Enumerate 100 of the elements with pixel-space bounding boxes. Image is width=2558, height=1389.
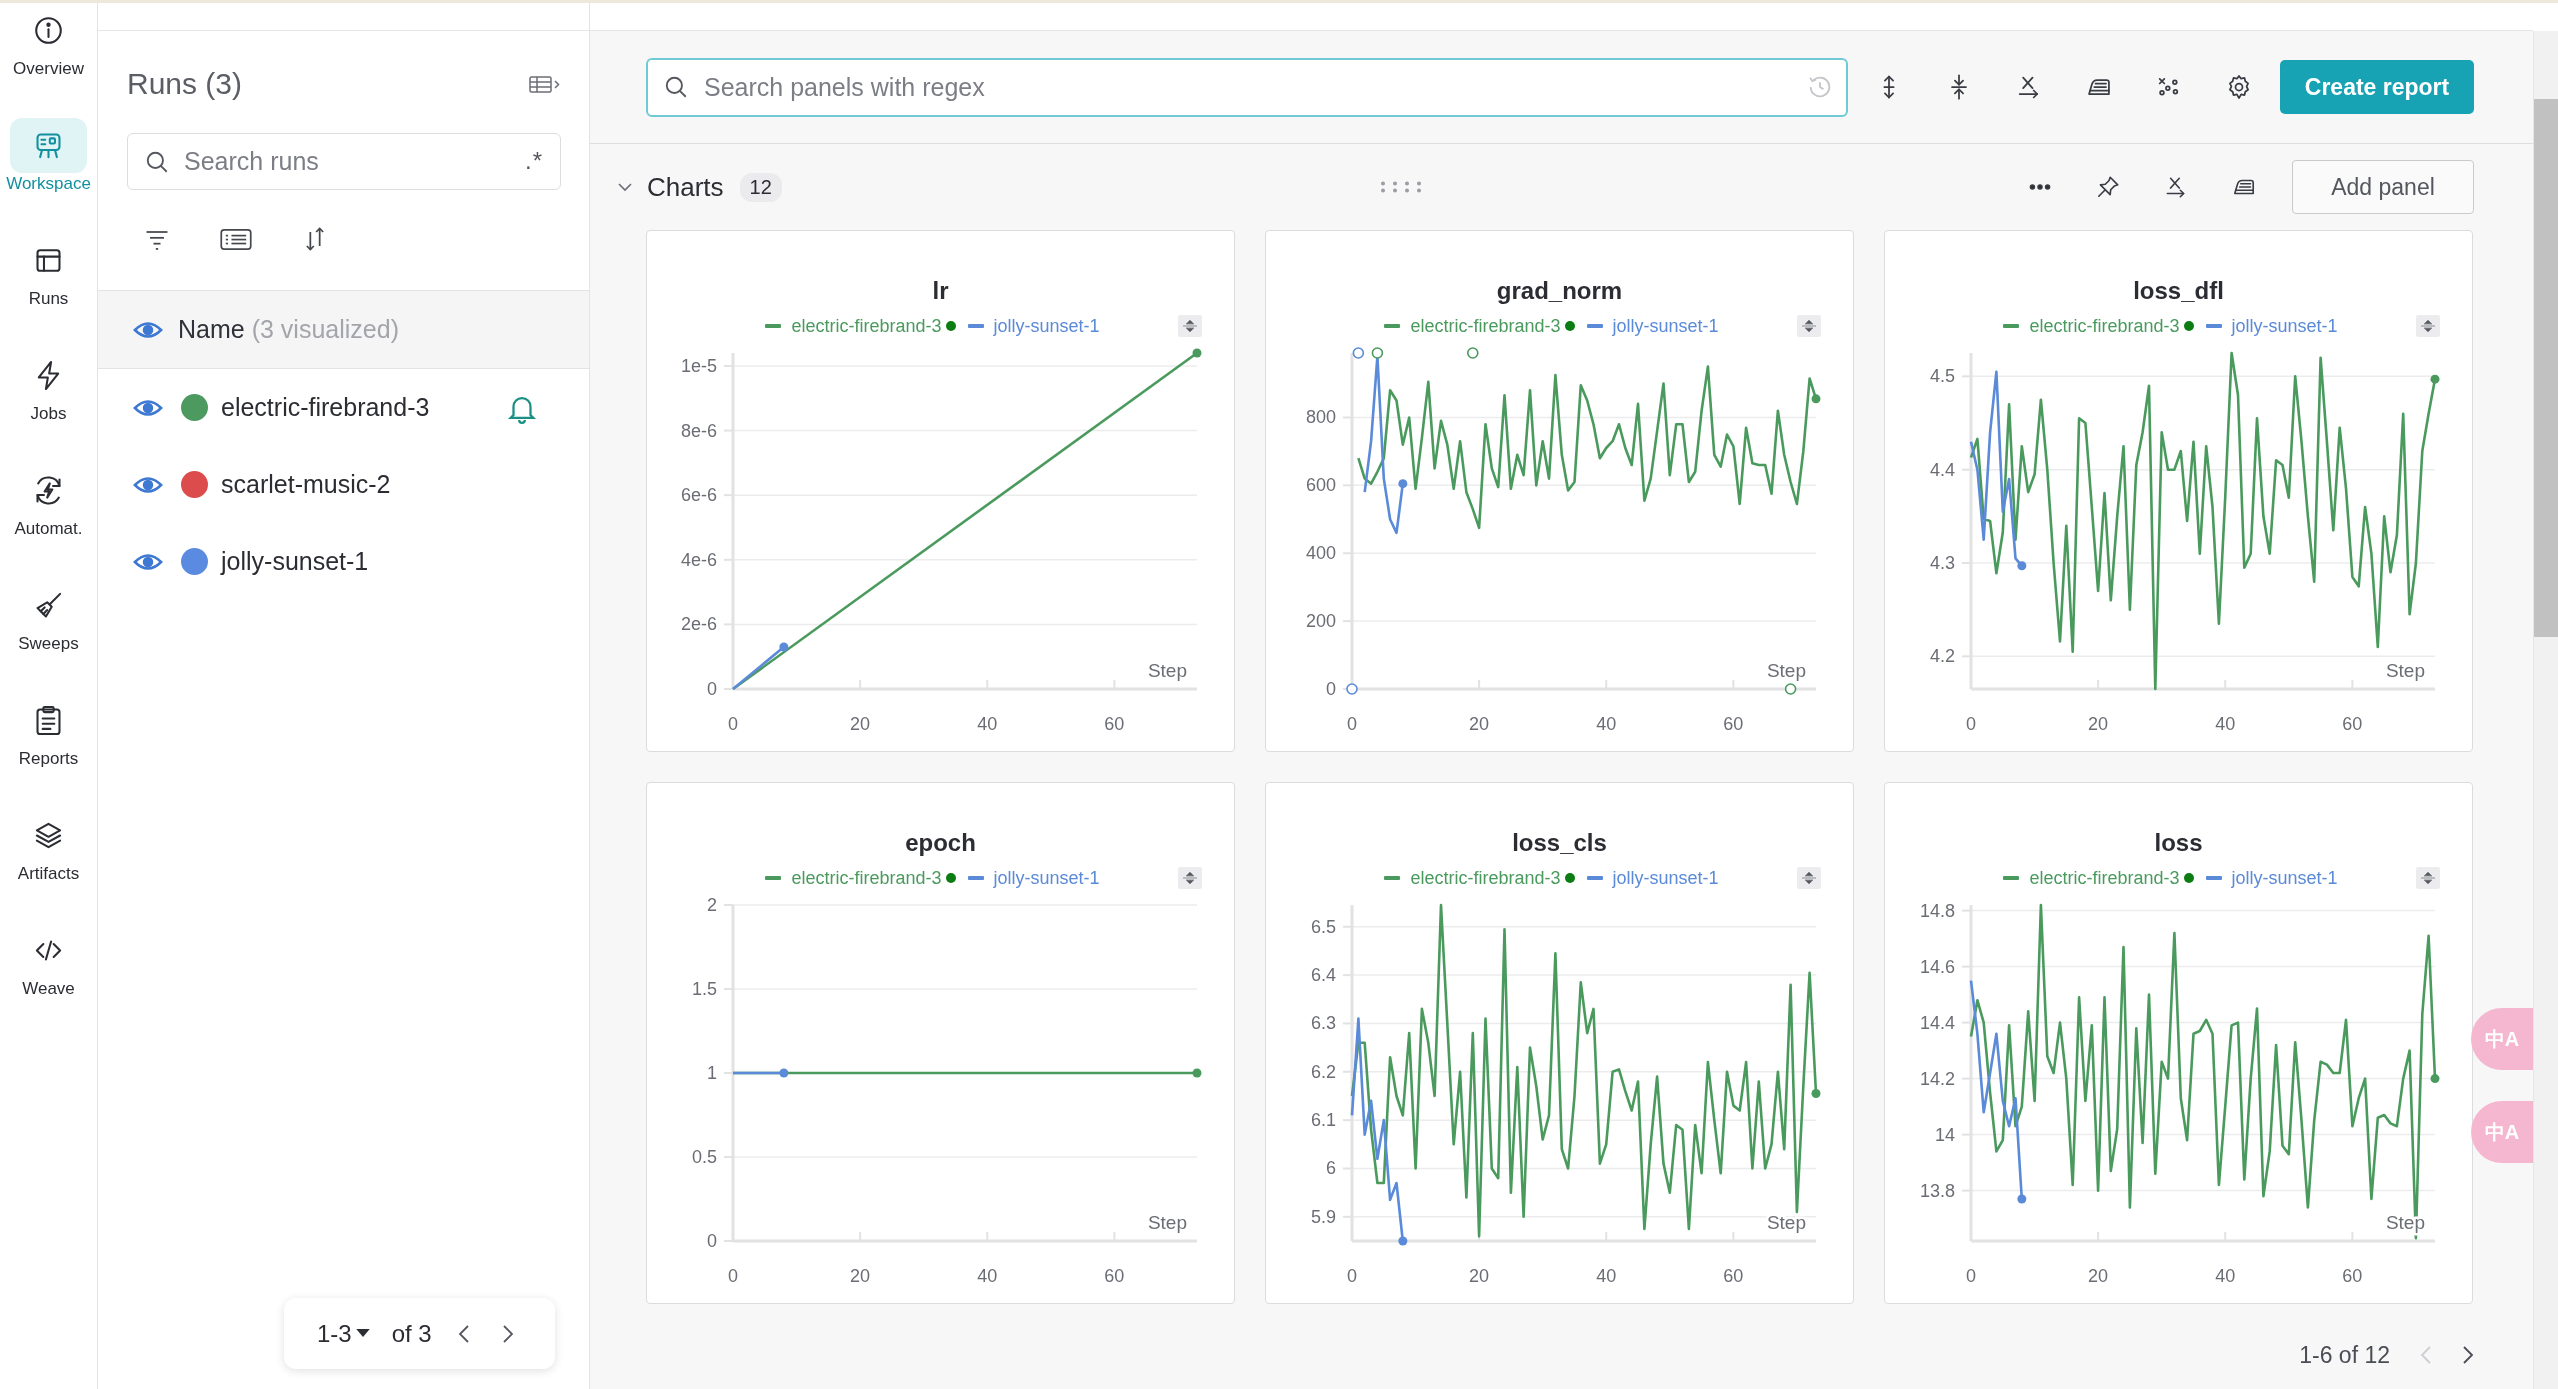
- chart-title: epoch: [905, 829, 976, 857]
- page-total: of 3: [391, 1319, 432, 1348]
- axis-tick-label: 1e-5: [680, 355, 717, 376]
- axis-tick-label: 60: [1723, 1266, 1744, 1286]
- axis-tick-label: 800: [1305, 407, 1336, 428]
- axis-tick-label: 6.5: [1310, 916, 1336, 937]
- axis-title: Step: [1766, 1212, 1806, 1233]
- legend-label: electric-firebrand-3: [791, 867, 942, 889]
- axis-tick-label: 600: [1305, 475, 1336, 496]
- nav-item[interactable]: Overview: [10, 3, 87, 80]
- axis-tick-label: 200: [1305, 611, 1336, 632]
- axis-tick-label: 0: [728, 1266, 738, 1286]
- chevron-left-icon: [2420, 1345, 2432, 1365]
- axis-title: Step: [1147, 660, 1187, 681]
- axis-tick-label: 20: [1469, 714, 1490, 734]
- axis-tick-label: 2: [707, 895, 717, 915]
- axis-tick-label: 0: [728, 714, 738, 734]
- legend-label: jolly-sunset-1: [2231, 867, 2338, 889]
- axis-tick-label: 0: [1966, 1266, 1976, 1286]
- nav-item[interactable]: Weave: [10, 923, 87, 1000]
- last-point-marker: [2017, 561, 2027, 571]
- axis-tick-label: 20: [850, 1266, 871, 1286]
- axis-tick-label: 14.6: [1919, 956, 1955, 977]
- axis-tick-label: 40: [977, 714, 998, 734]
- axis-tick-label: 60: [1104, 1266, 1125, 1286]
- regex-toggle[interactable]: .*: [525, 147, 543, 175]
- run-name[interactable]: scarlet-music-2: [221, 470, 391, 499]
- axis-tick-label: 8e-6: [680, 420, 717, 441]
- axis-tick-label: 60: [1723, 714, 1744, 734]
- clipboard-icon: [33, 705, 64, 736]
- chart-title: loss_cls: [1512, 829, 1607, 857]
- legend-sort-button[interactable]: [2416, 315, 2440, 337]
- last-point-marker: [1192, 348, 1202, 358]
- caret-down-icon: [355, 1329, 370, 1338]
- axis-tick-label: 60: [1104, 714, 1125, 734]
- search-field[interactable]: Search panels with regex: [646, 57, 1848, 117]
- up-down-arrows-icon: [2420, 870, 2436, 886]
- axis-tick-label: 0: [1326, 679, 1336, 699]
- axis-tick-label: 40: [1596, 714, 1617, 734]
- info-icon: [33, 15, 64, 46]
- axis-tick-label: 400: [1305, 543, 1336, 564]
- nav-item[interactable]: Artifacts: [10, 808, 87, 885]
- nav-item[interactable]: Reports: [10, 693, 87, 770]
- chart-title: loss_dfl: [2133, 277, 2224, 305]
- add-panel-button[interactable]: Add panel: [2292, 160, 2474, 214]
- legend-sort-button[interactable]: [1797, 867, 1821, 889]
- axis-tick-label: 1: [707, 1063, 717, 1083]
- legend-sort-button[interactable]: [1797, 315, 1821, 337]
- chart-title: grad_norm: [1496, 277, 1623, 305]
- panel-title: Runs (3): [127, 67, 243, 101]
- legend-sort-button[interactable]: [1178, 315, 1202, 337]
- axis-tick-label: 20: [2088, 1266, 2109, 1286]
- layers-icon: [33, 820, 64, 851]
- column-header[interactable]: Name: [178, 315, 245, 344]
- axis-tick-label: 5.9: [1310, 1206, 1336, 1227]
- nav-item[interactable]: Jobs: [10, 348, 87, 425]
- last-point-marker: [1398, 479, 1408, 489]
- axis-tick-label: 40: [1596, 1266, 1617, 1286]
- axis-title: Step: [2385, 660, 2425, 681]
- up-down-arrows-icon: [2420, 318, 2436, 334]
- axis-tick-label: 0: [1347, 714, 1357, 734]
- nav-item[interactable]: Runs: [10, 233, 87, 310]
- axis-tick-label: 13.8: [1919, 1180, 1955, 1201]
- page-size-dropdown[interactable]: 1-3: [317, 1319, 370, 1348]
- next-page-button[interactable]: [2462, 1345, 2474, 1365]
- axis-tick-label: 14.4: [1919, 1012, 1955, 1033]
- legend-label: jolly-sunset-1: [1612, 315, 1719, 337]
- chevron-right-icon[interactable]: [501, 1323, 514, 1344]
- last-point-marker: [779, 1068, 789, 1078]
- last-point-marker: [1398, 1236, 1408, 1246]
- legend-label: electric-firebrand-3: [1410, 867, 1561, 889]
- scrollbar-track[interactable]: [2533, 31, 2558, 1389]
- legend-label: jolly-sunset-1: [993, 315, 1100, 337]
- up-down-arrows-icon: [1801, 318, 1817, 334]
- visualized-count: (3 visualized): [251, 315, 399, 344]
- run-name[interactable]: jolly-sunset-1: [221, 547, 369, 576]
- section-title[interactable]: Charts: [647, 171, 724, 203]
- axis-tick-label: 6: [1326, 1158, 1336, 1179]
- axis-tick-label: 40: [977, 1266, 998, 1286]
- axis-tick-label: 20: [1469, 1266, 1490, 1286]
- axis-tick-label: 1.5: [691, 979, 717, 999]
- nav-item[interactable]: Automat.: [10, 463, 87, 540]
- legend-sort-button[interactable]: [1178, 867, 1202, 889]
- legend-sort-button[interactable]: [2416, 867, 2440, 889]
- axis-tick-label: 14.8: [1919, 900, 1955, 921]
- axis-tick-label: 6.2: [1310, 1061, 1336, 1082]
- nav-item[interactable]: Sweeps: [10, 578, 87, 655]
- axis-tick-label: 4.4: [1929, 459, 1955, 480]
- scrollbar-thumb[interactable]: [2534, 99, 2558, 637]
- axis-tick-label: 6.3: [1310, 1013, 1336, 1034]
- chevron-left-icon[interactable]: [457, 1323, 470, 1344]
- drag-handle-icon[interactable]: [1378, 181, 1423, 193]
- last-point-marker: [1811, 1089, 1821, 1099]
- nav-item[interactable]: Workspace: [6, 118, 91, 195]
- axis-tick-label: 0: [707, 679, 717, 699]
- axis-tick-label: 0: [1347, 1266, 1357, 1286]
- cycle-lightning-icon: [33, 475, 64, 506]
- axis-tick-label: 40: [2215, 714, 2236, 734]
- axis-tick-label: 0: [1966, 714, 1976, 734]
- run-name[interactable]: electric-firebrand-3: [221, 393, 430, 422]
